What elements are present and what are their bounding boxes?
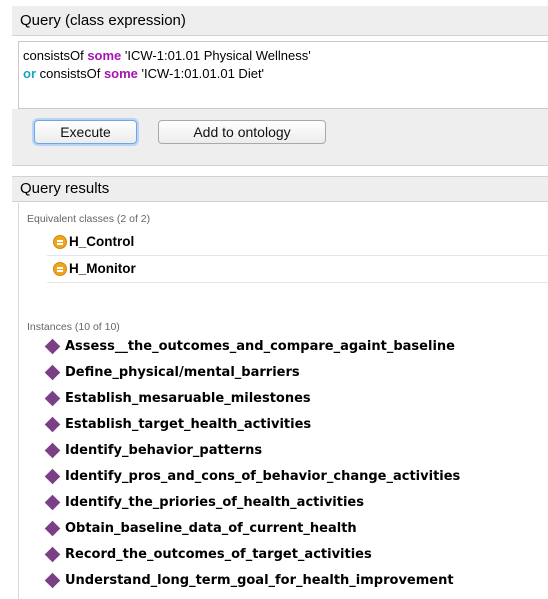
instance-name: Identify_behavior_patterns bbox=[65, 443, 263, 458]
results-list[interactable]: Equivalent classes (2 of 2) H_Control H_… bbox=[18, 203, 548, 599]
individual-diamond-icon bbox=[44, 338, 61, 355]
instance-row[interactable]: Identify_behavior_patterns bbox=[43, 439, 548, 463]
instance-row[interactable]: Define_physical/mental_barriers bbox=[43, 361, 548, 385]
individual-diamond-icon bbox=[44, 494, 61, 511]
query-property: consistsOf bbox=[39, 66, 101, 81]
equivalent-class-icon bbox=[53, 262, 67, 276]
results-panel-title: Query results bbox=[12, 176, 548, 202]
equivalent-class-row[interactable]: H_Control bbox=[47, 229, 548, 256]
instance-row[interactable]: Identify_pros_and_cons_of_behavior_chang… bbox=[43, 465, 548, 489]
class-name: H_Monitor bbox=[69, 261, 136, 276]
query-keyword-or: or bbox=[23, 66, 36, 81]
instance-row[interactable]: Establish_mesaruable_milestones bbox=[43, 387, 548, 411]
instance-name: Identify_pros_and_cons_of_behavior_chang… bbox=[65, 469, 461, 484]
instance-name: Understand_long_term_goal_for_health_imp… bbox=[65, 573, 454, 588]
individual-diamond-icon bbox=[44, 520, 61, 537]
instance-name: Identify_the_priories_of_health_activiti… bbox=[65, 495, 364, 510]
query-button-bar: Execute Add to ontology bbox=[12, 109, 548, 166]
instance-name: Define_physical/mental_barriers bbox=[65, 365, 300, 380]
equivalent-class-icon bbox=[53, 235, 67, 249]
instance-row[interactable]: Record_the_outcomes_of_target_activities bbox=[43, 543, 548, 567]
query-keyword-some: some bbox=[103, 66, 138, 81]
individual-diamond-icon bbox=[44, 546, 61, 563]
individual-diamond-icon bbox=[44, 416, 61, 433]
individual-diamond-icon bbox=[44, 442, 61, 459]
query-keyword-some: some bbox=[87, 48, 122, 63]
query-property: consistsOf bbox=[23, 48, 84, 63]
query-value: 'ICW-1:01.01.01 Diet' bbox=[141, 66, 265, 81]
execute-button[interactable]: Execute bbox=[34, 120, 137, 144]
instance-name: Record_the_outcomes_of_target_activities bbox=[65, 547, 372, 562]
individual-diamond-icon bbox=[44, 572, 61, 589]
query-panel-title: Query (class expression) bbox=[12, 6, 548, 36]
panel-divider bbox=[0, 166, 548, 176]
instance-row[interactable]: Identify_the_priories_of_health_activiti… bbox=[43, 491, 548, 515]
instance-row[interactable]: Understand_long_term_goal_for_health_imp… bbox=[43, 569, 548, 593]
individual-diamond-icon bbox=[44, 364, 61, 381]
instance-name: Obtain_baseline_data_of_current_health bbox=[65, 521, 357, 536]
equivalent-class-row[interactable]: H_Monitor bbox=[47, 256, 548, 283]
add-to-ontology-button[interactable]: Add to ontology bbox=[158, 120, 326, 144]
class-name: H_Control bbox=[69, 234, 135, 249]
query-line-1: consistsOf some 'ICW-1:01.01 Physical We… bbox=[23, 47, 544, 65]
instance-name: Establish_mesaruable_milestones bbox=[65, 391, 311, 406]
equivalent-classes-label: Equivalent classes (2 of 2) bbox=[27, 213, 151, 225]
class-expression-editor[interactable]: consistsOf some 'ICW-1:01.01 Physical We… bbox=[18, 41, 548, 109]
instance-name: Assess__the_outcomes_and_compare_againt_… bbox=[65, 339, 455, 354]
instances-label: Instances (10 of 10) bbox=[27, 321, 120, 333]
instance-row[interactable]: Obtain_baseline_data_of_current_health bbox=[43, 517, 548, 541]
query-value: 'ICW-1:01.01 Physical Wellness' bbox=[124, 48, 311, 63]
individual-diamond-icon bbox=[44, 468, 61, 485]
individual-diamond-icon bbox=[44, 390, 61, 407]
query-line-2: or consistsOf some 'ICW-1:01.01.01 Diet' bbox=[23, 65, 544, 83]
instance-name: Establish_target_health_activities bbox=[65, 417, 312, 432]
instance-row[interactable]: Assess__the_outcomes_and_compare_againt_… bbox=[43, 335, 548, 359]
instance-row[interactable]: Establish_target_health_activities bbox=[43, 413, 548, 437]
